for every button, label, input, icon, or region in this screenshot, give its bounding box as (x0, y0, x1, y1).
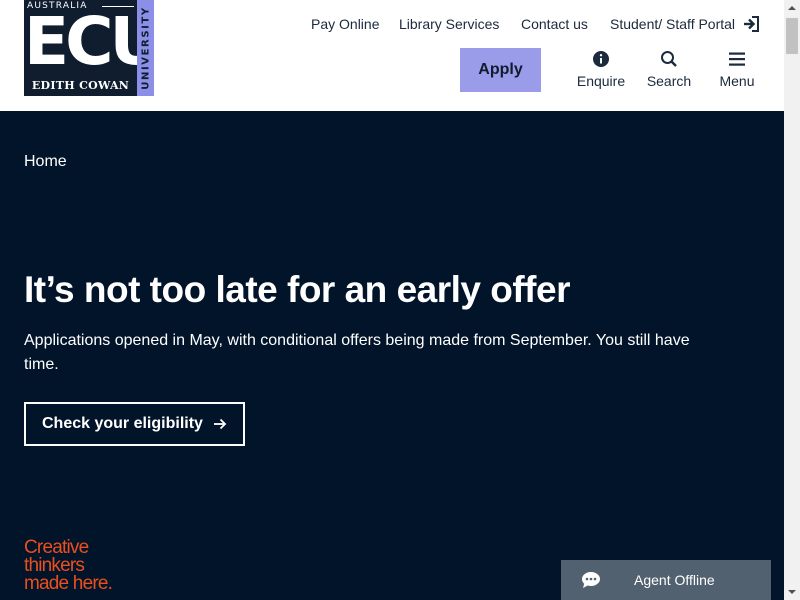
info-icon (593, 51, 609, 67)
tagline-line: made here. (24, 573, 113, 594)
breadcrumb-home[interactable]: Home (24, 153, 67, 171)
hamburger-icon (729, 52, 745, 66)
ecu-logo[interactable]: AUSTRALIA ECU EDITH COWAN UNIVERSITY (24, 0, 163, 96)
contact-us-link[interactable]: Contact us (521, 15, 588, 33)
pay-online-link[interactable]: Pay Online (311, 15, 379, 33)
page-scrollbar[interactable] (784, 0, 800, 600)
hero-subtitle: Applications opened in May, with conditi… (24, 332, 690, 373)
search-button[interactable]: Search (639, 48, 699, 92)
apply-button[interactable]: Apply (460, 48, 541, 92)
chat-bubble-icon (582, 572, 600, 588)
hero-title: It’s not too late for an early offer (24, 269, 570, 310)
check-eligibility-label: Check your eligibility (42, 415, 203, 432)
chat-status: Agent Offline (634, 572, 715, 588)
search-label: Search (646, 73, 692, 89)
search-icon (661, 51, 677, 67)
scroll-up-arrow-icon[interactable] (784, 0, 800, 16)
arrow-right-icon (214, 418, 227, 430)
menu-label: Menu (719, 73, 755, 89)
scroll-thumb[interactable] (786, 18, 798, 54)
check-eligibility-button[interactable]: Check your eligibility (24, 402, 245, 446)
logo-university-text: UNIVERSITY (140, 6, 151, 90)
logo-university-bar: UNIVERSITY (137, 0, 154, 96)
library-services-link[interactable]: Library Services (399, 15, 499, 33)
scroll-down-arrow-icon[interactable] (784, 584, 800, 600)
enquire-label: Enquire (576, 73, 626, 89)
menu-button[interactable]: Menu (707, 48, 767, 92)
hero-banner: Home It’s not too late for an early offe… (0, 111, 784, 600)
chat-widget[interactable]: Agent Offline (561, 560, 771, 600)
logo-block: AUSTRALIA ECU EDITH COWAN (24, 0, 163, 96)
creative-thinkers-tagline: Creative thinkers made here. (24, 538, 164, 594)
enquire-button[interactable]: Enquire (571, 48, 631, 92)
logo-edith-cowan-text: EDITH COWAN (31, 79, 130, 92)
logo-ecu-text: ECU (24, 3, 163, 80)
site-header: AUSTRALIA ECU EDITH COWAN UNIVERSITY Pay… (0, 0, 784, 111)
student-staff-portal-link[interactable]: Student/ Staff Portal (610, 15, 735, 33)
login-icon[interactable] (743, 16, 759, 32)
